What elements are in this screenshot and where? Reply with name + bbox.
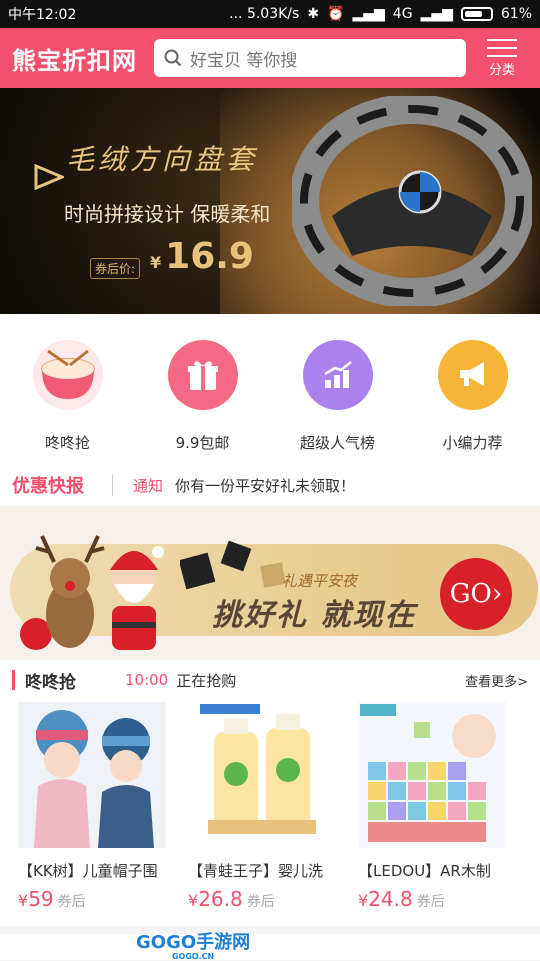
megaphone-icon — [437, 340, 508, 410]
signal-icon: ▂▄▆ — [352, 6, 385, 22]
banner-subtitle: 时尚拼接设计 保暖柔和 — [64, 202, 271, 226]
bluetooth-icon: ✱ — [307, 6, 320, 22]
product-image — [358, 702, 506, 848]
search-icon — [164, 49, 182, 67]
top-bar: 熊宝折扣网 好宝贝 等你搜 分类 — [0, 28, 540, 88]
footer-section: GOGO手游网 GOGO.CN — [0, 926, 540, 961]
battery-percent: 61% — [500, 6, 532, 22]
product-price: ¥24.8 券后 — [358, 887, 506, 911]
product-card[interactable]: 【KK树】儿童帽子围 ¥59 券后 — [18, 702, 166, 911]
product-price-note: 券后 — [246, 894, 275, 910]
product-currency: ¥ — [358, 891, 369, 910]
product-price: ¥26.8 券后 — [188, 887, 336, 911]
banner-title: 毛绒方向盘套 — [66, 143, 259, 176]
product-image — [18, 702, 166, 848]
gift-icon — [167, 340, 238, 410]
search-placeholder: 好宝贝 等你搜 — [190, 50, 298, 71]
status-icons: ... 5.03K/s ✱ ⏰ ▂▄▆ 4G ▂▄▆ 61% — [229, 6, 532, 22]
quick-links: 咚咚抢 9.9包邮 超级人气榜 小编力荐 — [0, 314, 540, 464]
product-price-value: 26.8 — [198, 887, 243, 911]
product-name: 【LEDOU】AR木制 — [358, 862, 491, 880]
christmas-promo-banner[interactable]: 礼遇平安夜 挑好礼 就现在 GO› — [0, 506, 540, 658]
chart-icon — [302, 340, 373, 410]
product-price-note: 券后 — [57, 894, 86, 910]
banner-currency: ¥ — [150, 253, 162, 272]
category-label: 分类 — [488, 62, 515, 78]
category-button[interactable]: 分类 — [466, 38, 538, 78]
banner-price-value: 16.9 — [165, 236, 254, 277]
news-message[interactable]: 你有一份平安好礼未领取！ — [175, 475, 355, 496]
flash-sale-section: 咚咚抢 10:00 正在抢购 查看更多> 【KK树】儿童帽子围 ¥59 券后 【… — [0, 660, 540, 926]
product-price-value: 59 — [28, 887, 54, 911]
search-input[interactable]: 好宝贝 等你搜 — [154, 39, 466, 77]
product-name: 【青蛙王子】婴儿洗 — [188, 862, 324, 880]
quick-link-label: 小编力荐 — [442, 434, 503, 452]
drum-icon — [32, 340, 103, 410]
section-accent-bar — [12, 670, 15, 690]
menu-icon — [487, 38, 517, 57]
product-currency: ¥ — [188, 891, 199, 910]
product-list: 【KK树】儿童帽子围 ¥59 券后 【青蛙王子】婴儿洗 ¥26.8 券后 【LE… — [0, 702, 540, 911]
product-image — [188, 702, 336, 848]
quick-link-label: 9.9包邮 — [175, 434, 230, 452]
status-time: 中午12:02 — [8, 7, 77, 23]
quick-link-popularity-chart[interactable]: 超级人气榜 — [283, 340, 393, 464]
product-price: ¥59 券后 — [18, 887, 166, 911]
quick-link-99-free-shipping[interactable]: 9.9包邮 — [148, 340, 258, 464]
network-speed: ... 5.03K/s — [229, 6, 300, 22]
product-card[interactable]: 【青蛙王子】婴儿洗 ¥26.8 券后 — [188, 702, 336, 911]
banner-price-tag: 券后价: — [90, 258, 141, 279]
quick-link-dongdongqiang[interactable]: 咚咚抢 — [13, 340, 123, 464]
product-name: 【KK树】儿童帽子围 — [18, 862, 158, 880]
battery-icon — [460, 7, 493, 21]
alarm-icon: ⏰ — [327, 6, 345, 22]
news-title: 优惠快报 — [12, 476, 84, 497]
view-more-link[interactable]: 查看更多> — [465, 671, 528, 690]
quick-link-editor-picks[interactable]: 小编力荐 — [418, 340, 528, 464]
signal-icon-2: ▂▄▆ — [420, 6, 453, 22]
gift-boxes-decor — [180, 540, 286, 590]
product-currency: ¥ — [18, 891, 29, 910]
status-bar: 中午12:02 ... 5.03K/s ✱ ⏰ ▂▄▆ 4G ▂▄▆ 61% — [0, 0, 540, 28]
product-price-note: 券后 — [416, 894, 445, 910]
product-card[interactable]: 【LEDOU】AR木制 ¥24.8 券后 — [358, 702, 506, 911]
promo-main-text: 挑好礼 就现在 — [212, 598, 417, 633]
app-logo: 熊宝折扣网 — [12, 46, 137, 75]
triangle-decor-icon — [34, 164, 64, 190]
banner-price: ¥16.9 — [150, 236, 254, 277]
flash-sale-status: 正在抢购 — [176, 671, 237, 690]
quick-link-label: 咚咚抢 — [44, 434, 90, 452]
gogo-watermark: GOGO手游网 GOGO.CN — [136, 928, 250, 961]
quick-link-label: 超级人气榜 — [299, 434, 375, 452]
news-ticker[interactable]: 优惠快报 通知 你有一份平安好礼未领取！ — [0, 464, 540, 506]
news-tag: 通知 — [133, 476, 164, 495]
news-divider — [112, 474, 113, 496]
reindeer-santa-illustration — [20, 535, 164, 650]
hero-banner[interactable]: 毛绒方向盘套 时尚拼接设计 保暖柔和 券后价: ¥16.9 — [0, 88, 540, 314]
steering-wheel-image — [292, 96, 532, 306]
watermark-text: GOGO手游网 — [136, 932, 251, 953]
network-type: 4G — [392, 6, 413, 22]
flash-sale-time: 10:00 — [125, 671, 169, 689]
flash-sale-header: 咚咚抢 10:00 正在抢购 查看更多> — [0, 660, 540, 700]
go-button[interactable]: GO› — [440, 558, 512, 630]
promo-subtitle: 礼遇平安夜 — [282, 572, 358, 590]
flash-sale-title: 咚咚抢 — [25, 672, 76, 693]
product-price-value: 24.8 — [368, 887, 413, 911]
